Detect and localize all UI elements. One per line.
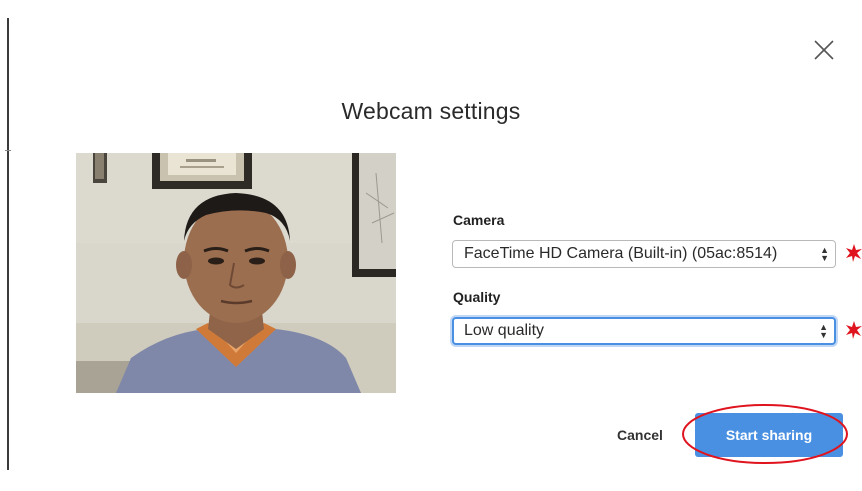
- quality-select[interactable]: Low quality ▲ ▼: [452, 317, 836, 345]
- cancel-button[interactable]: Cancel: [612, 424, 668, 446]
- webcam-settings-page: Webcam settings Camera FaceTime HD Camer…: [0, 0, 862, 491]
- window-left-border: [7, 18, 9, 470]
- camera-selected-value: FaceTime HD Camera (Built-in) (05ac:8514…: [464, 245, 778, 262]
- start-sharing-button[interactable]: Start sharing: [695, 413, 843, 457]
- close-button[interactable]: [811, 37, 837, 63]
- red-star-marker: [846, 321, 862, 339]
- camera-select[interactable]: FaceTime HD Camera (Built-in) (05ac:8514…: [452, 240, 836, 268]
- quality-label: Quality: [453, 289, 501, 305]
- dialog-title: Webcam settings: [341, 98, 521, 124]
- window-border-tick: [5, 150, 11, 151]
- close-icon: [814, 40, 834, 60]
- webcam-preview: [76, 153, 396, 393]
- select-arrows-icon: ▲ ▼: [819, 322, 828, 340]
- quality-selected-value: Low quality: [464, 322, 545, 339]
- select-arrows-icon: ▲ ▼: [820, 245, 829, 263]
- red-star-marker: [846, 244, 862, 262]
- camera-label: Camera: [453, 212, 505, 228]
- webcam-preview-image: [76, 153, 396, 393]
